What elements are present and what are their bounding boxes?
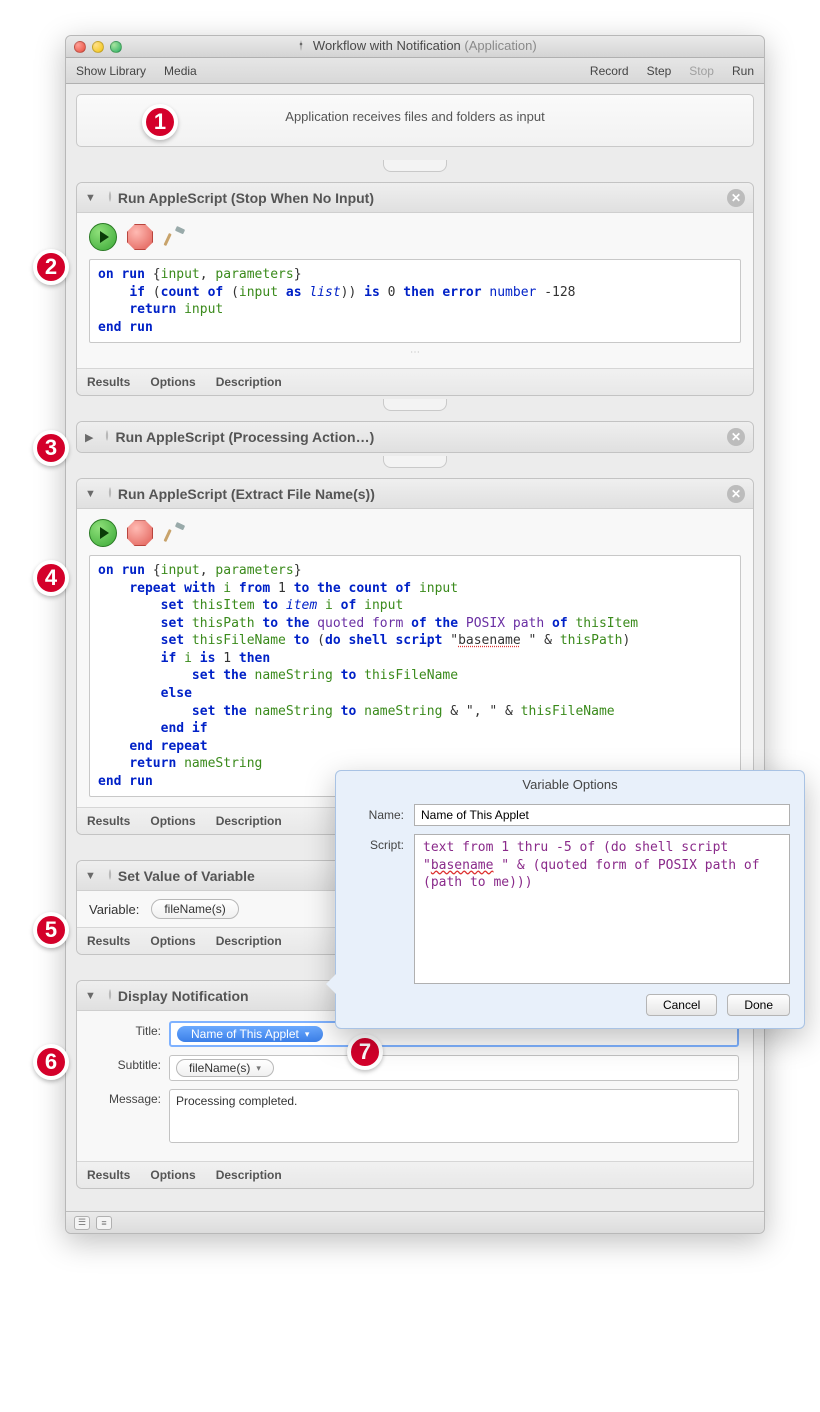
script-controls xyxy=(89,519,741,547)
action-header[interactable]: ▼ Run AppleScript (Stop When No Input) ✕ xyxy=(77,183,753,213)
description-tab[interactable]: Description xyxy=(216,934,282,948)
hammer-icon[interactable] xyxy=(163,519,191,547)
compile-play-icon[interactable] xyxy=(89,223,117,251)
options-tab[interactable]: Options xyxy=(150,814,195,828)
variable-token[interactable]: fileName(s) xyxy=(176,1059,274,1077)
workflow-area: Application receives files and folders a… xyxy=(66,84,764,1211)
window-title: Workflow with Notification (Application) xyxy=(66,38,764,55)
disclosure-triangle-icon[interactable]: ▼ xyxy=(85,990,96,1002)
options-tab[interactable]: Options xyxy=(150,1168,195,1182)
cancel-button[interactable]: Cancel xyxy=(646,994,717,1016)
badge-4: 4 xyxy=(33,560,69,596)
variable-token[interactable]: Name of This Applet xyxy=(177,1026,323,1042)
action-footer: Results Options Description xyxy=(77,368,753,395)
results-tab[interactable]: Results xyxy=(87,934,130,948)
connector xyxy=(383,160,447,172)
remove-action-icon[interactable]: ✕ xyxy=(727,428,745,446)
show-library-button[interactable]: Show Library xyxy=(76,64,146,78)
badge-2: 2 xyxy=(33,249,69,285)
toolbar: Show Library Media Record Step Stop Run xyxy=(66,58,764,84)
disclosure-triangle-icon[interactable]: ▼ xyxy=(85,192,96,204)
stop-button: Stop xyxy=(689,64,714,78)
title-text: Workflow with Notification xyxy=(313,38,461,53)
name-input[interactable] xyxy=(414,804,790,826)
stop-icon[interactable] xyxy=(127,520,153,546)
disclosure-triangle-icon[interactable]: ▶ xyxy=(85,431,93,444)
disclosure-triangle-icon[interactable]: ▼ xyxy=(85,488,96,500)
automator-icon xyxy=(102,988,118,1005)
action-header[interactable]: ▶ Run AppleScript (Processing Action…) ✕ xyxy=(77,422,753,452)
badge-3: 3 xyxy=(33,430,69,466)
action-run-applescript-2: ▶ Run AppleScript (Processing Action…) ✕ xyxy=(76,421,754,453)
variable-label: Variable: xyxy=(89,902,139,917)
connector xyxy=(383,456,447,468)
script-editor[interactable]: on run {input, parameters} repeat with i… xyxy=(89,555,741,797)
description-tab[interactable]: Description xyxy=(216,375,282,389)
automator-icon xyxy=(102,189,118,206)
description-tab[interactable]: Description xyxy=(216,814,282,828)
step-button[interactable]: Step xyxy=(647,64,672,78)
subtitle-input[interactable]: fileName(s) xyxy=(169,1055,739,1081)
input-banner-text: Application receives files and folders a… xyxy=(285,109,544,124)
remove-action-icon[interactable]: ✕ xyxy=(727,485,745,503)
script-editor[interactable]: on run {input, parameters} if (count of … xyxy=(89,259,741,343)
disclosure-triangle-icon[interactable]: ▼ xyxy=(85,870,96,882)
automator-icon xyxy=(293,38,313,53)
message-textarea[interactable]: Processing completed. xyxy=(169,1089,739,1143)
script-textarea[interactable]: text from 1 thru -5 of (do shell script … xyxy=(414,834,790,984)
name-label: Name: xyxy=(350,804,404,822)
record-button[interactable]: Record xyxy=(590,64,629,78)
status-bar: ☰ ≡ xyxy=(66,1211,764,1233)
resize-grip-icon[interactable]: ⋯ xyxy=(89,343,741,358)
variable-options-popover: Variable Options Name: Script: text from… xyxy=(335,770,805,1029)
media-button[interactable]: Media xyxy=(164,64,197,78)
action-title: Run AppleScript (Stop When No Input) xyxy=(118,190,374,206)
description-tab[interactable]: Description xyxy=(216,1168,282,1182)
titlebar: Workflow with Notification (Application) xyxy=(66,36,764,58)
results-tab[interactable]: Results xyxy=(87,1168,130,1182)
view-list-icon[interactable]: ☰ xyxy=(74,1216,90,1230)
hammer-icon[interactable] xyxy=(163,223,191,251)
action-footer: Results Options Description xyxy=(77,1161,753,1188)
connector xyxy=(383,399,447,411)
badge-6: 6 xyxy=(33,1044,69,1080)
automator-icon xyxy=(102,485,118,502)
options-tab[interactable]: Options xyxy=(150,375,195,389)
action-title: Run AppleScript (Extract File Name(s)) xyxy=(118,486,375,502)
compile-play-icon[interactable] xyxy=(89,519,117,547)
action-run-applescript-1: ▼ Run AppleScript (Stop When No Input) ✕… xyxy=(76,182,754,396)
view-log-icon[interactable]: ≡ xyxy=(96,1216,112,1230)
automator-icon xyxy=(99,429,115,446)
run-button[interactable]: Run xyxy=(732,64,754,78)
results-tab[interactable]: Results xyxy=(87,375,130,389)
action-title: Set Value of Variable xyxy=(118,868,255,884)
script-label: Script: xyxy=(350,834,404,852)
options-tab[interactable]: Options xyxy=(150,934,195,948)
title-label: Title: xyxy=(91,1021,161,1038)
automator-icon xyxy=(102,868,118,885)
variable-chip[interactable]: fileName(s) xyxy=(151,899,238,919)
subtitle-label: Subtitle: xyxy=(91,1055,161,1072)
action-header[interactable]: ▼ Run AppleScript (Extract File Name(s))… xyxy=(77,479,753,509)
title-subtitle: (Application) xyxy=(464,38,536,53)
message-label: Message: xyxy=(91,1089,161,1106)
results-tab[interactable]: Results xyxy=(87,814,130,828)
done-button[interactable]: Done xyxy=(727,994,790,1016)
badge-1: 1 xyxy=(142,104,178,140)
automator-window: Workflow with Notification (Application)… xyxy=(65,35,765,1234)
badge-5: 5 xyxy=(33,912,69,948)
action-title: Run AppleScript (Processing Action…) xyxy=(115,429,374,445)
stop-icon[interactable] xyxy=(127,224,153,250)
popover-title: Variable Options xyxy=(336,771,804,798)
remove-action-icon[interactable]: ✕ xyxy=(727,189,745,207)
action-title: Display Notification xyxy=(118,988,249,1004)
badge-7: 7 xyxy=(347,1034,383,1070)
script-controls xyxy=(89,223,741,251)
